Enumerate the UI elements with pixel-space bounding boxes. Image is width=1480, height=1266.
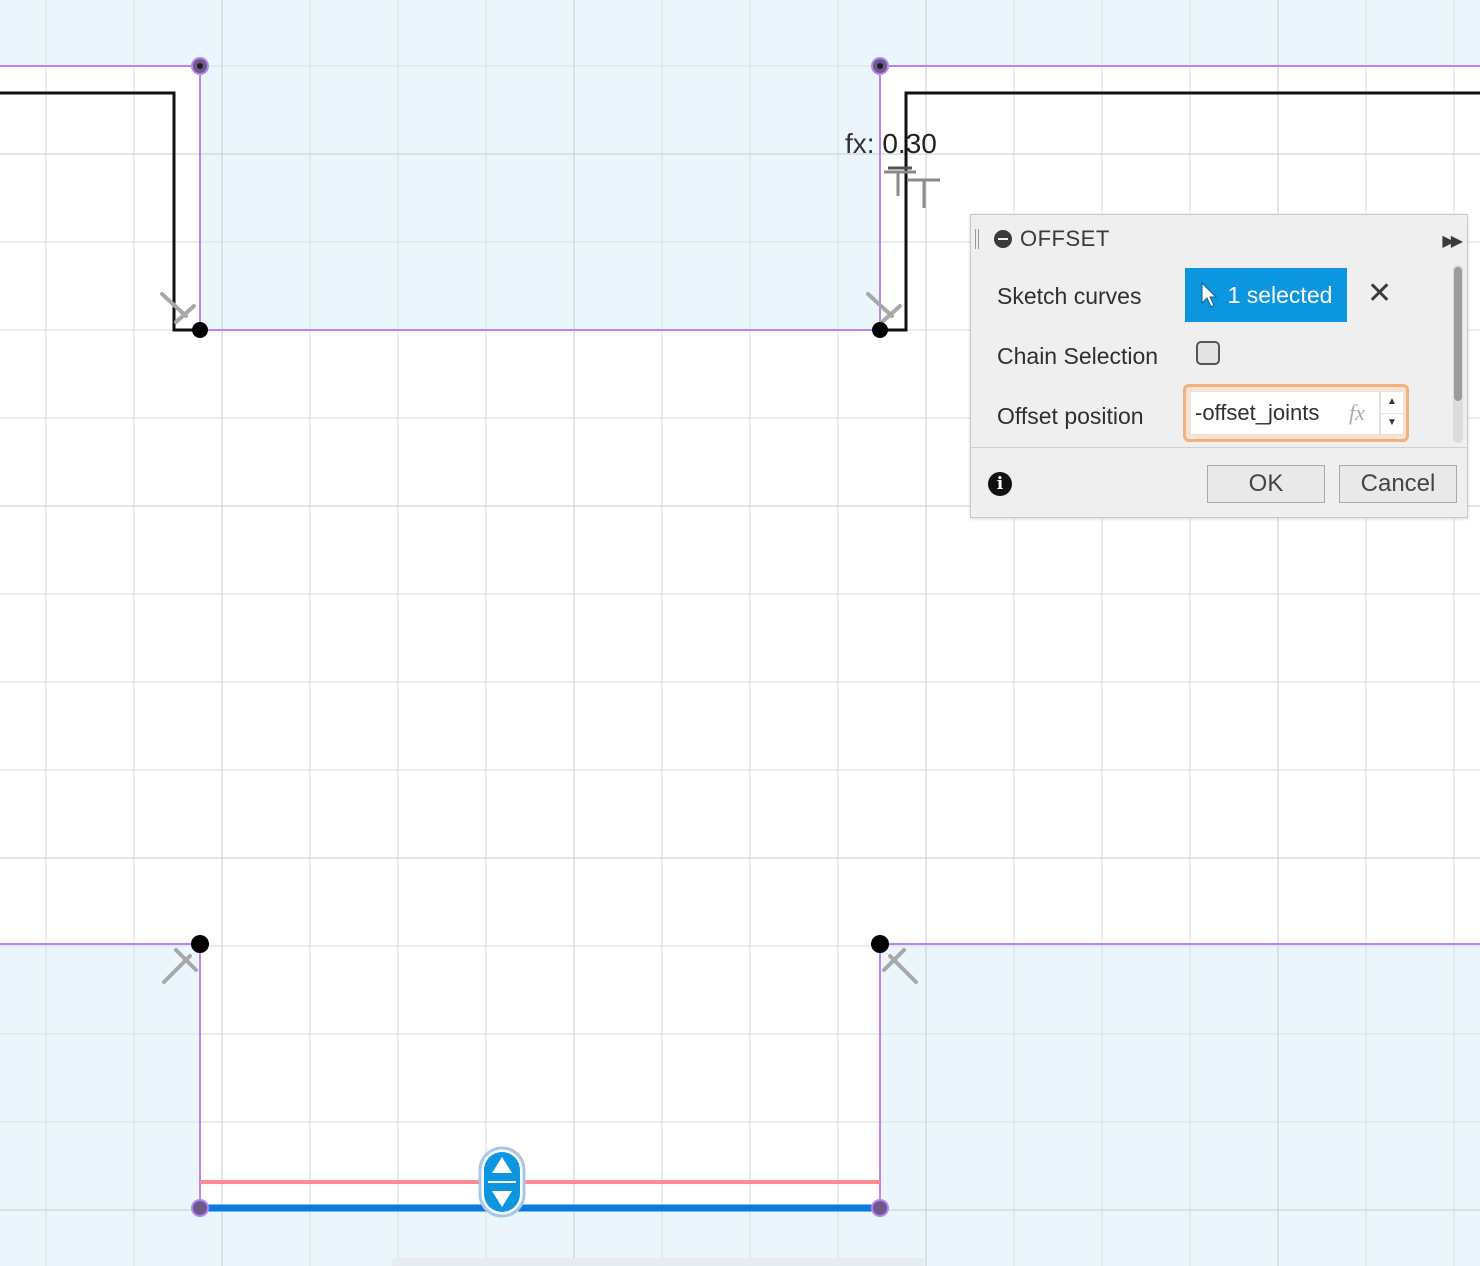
offset-manipulator-handle[interactable] — [478, 1146, 526, 1218]
fast-forward-icon[interactable]: ▶▶ — [1442, 231, 1463, 251]
constraint-glyph-icon[interactable] — [884, 166, 940, 208]
ok-button[interactable]: OK — [1207, 465, 1325, 503]
selection-count-label: 1 selected — [1227, 281, 1333, 308]
drag-grip-icon[interactable] — [975, 229, 979, 249]
cursor-icon — [1201, 281, 1217, 308]
dialog-footer: i OK Cancel — [971, 448, 1467, 517]
lower-left-region[interactable] — [0, 944, 200, 1266]
perpendicular-constraint-icon[interactable] — [160, 292, 918, 984]
dimension-fx-prefix: fx: — [845, 128, 875, 159]
fx-icon[interactable]: fx — [1349, 392, 1365, 434]
offset-dialog: OFFSET ▶▶ Sketch curves 1 selected ✕ Cha… — [970, 214, 1468, 518]
sketch-canvas[interactable] — [0, 0, 1480, 1266]
sketch-curves-selection-button[interactable]: 1 selected — [1185, 268, 1347, 322]
canvas-bottom-edge — [392, 1258, 924, 1266]
offset-dimension-label[interactable]: fx: 0.30 — [845, 128, 937, 160]
chain-selection-checkbox[interactable] — [1196, 341, 1220, 365]
close-icon[interactable]: ✕ — [1367, 279, 1392, 309]
spin-down-icon[interactable]: ▼ — [1381, 413, 1403, 434]
info-icon[interactable]: i — [988, 472, 1012, 496]
offset-position-label: Offset position — [997, 403, 1144, 429]
spin-up-icon[interactable]: ▲ — [1381, 392, 1403, 414]
offset-position-input-wrapper: -offset_joints fx ▲ ▼ — [1183, 384, 1409, 442]
chain-selection-label: Chain Selection — [997, 343, 1159, 369]
lower-bottom-strip[interactable] — [200, 1208, 880, 1266]
dimension-value: 0.30 — [882, 128, 937, 159]
minus-circle-icon[interactable] — [994, 230, 1012, 248]
lower-right-region[interactable] — [880, 944, 1480, 1266]
sketch-curves-label: Sketch curves — [997, 283, 1142, 309]
upper-notch-region[interactable] — [200, 66, 880, 330]
offset-position-input[interactable]: -offset_joints fx — [1190, 391, 1380, 435]
dialog-header[interactable]: OFFSET ▶▶ — [971, 215, 1467, 264]
scrollbar-thumb[interactable] — [1454, 267, 1462, 401]
dialog-title: OFFSET — [1020, 226, 1110, 251]
cancel-button[interactable]: Cancel — [1339, 465, 1457, 503]
dialog-scrollbar[interactable] — [1453, 265, 1463, 443]
offset-position-value: -offset_joints — [1195, 400, 1320, 425]
offset-position-stepper[interactable]: ▲ ▼ — [1380, 391, 1404, 435]
dialog-body: Sketch curves 1 selected ✕ Chain Selecti… — [971, 263, 1467, 448]
